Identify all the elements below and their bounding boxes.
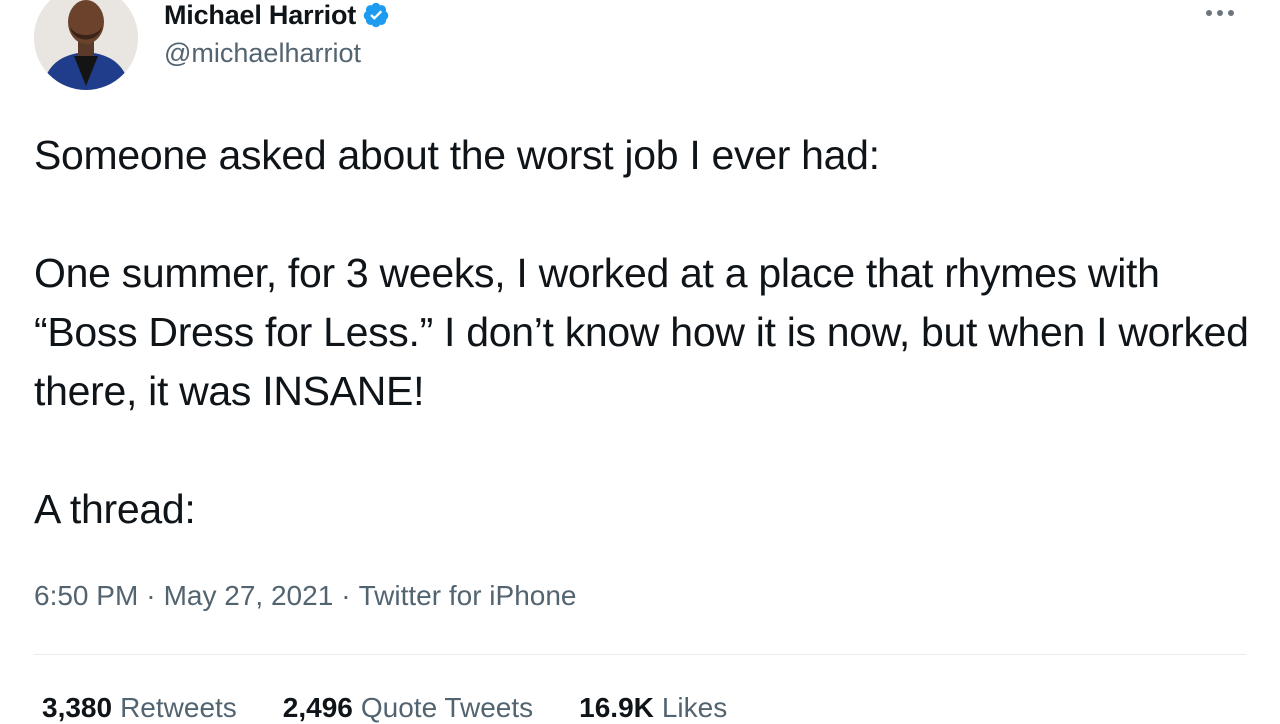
more-horizontal-icon[interactable] (1194, 0, 1246, 26)
likes-stat[interactable]: 16.9K Likes (579, 692, 727, 724)
more-dot (1206, 10, 1212, 16)
more-dot (1228, 10, 1234, 16)
retweets-label: Retweets (120, 692, 237, 723)
verified-badge-icon (363, 2, 389, 28)
timestamp-time[interactable]: 6:50 PM (34, 580, 138, 611)
name-row: Michael Harriot (164, 0, 390, 34)
divider (34, 654, 1246, 655)
tweet-paragraph: Someone asked about the worst job I ever… (34, 132, 880, 178)
handle[interactable]: @michaelharriot (164, 38, 390, 69)
author-block: Michael Harriot @michaelharriot (164, 0, 390, 69)
retweets-count: 3,380 (42, 692, 113, 723)
tweet-paragraph: One summer, for 3 weeks, I worked at a p… (34, 250, 1249, 414)
likes-label: Likes (661, 692, 728, 723)
tweet-meta: 6:50 PM · May 27, 2021 · Twitter for iPhone (34, 580, 576, 612)
meta-separator: · (146, 580, 156, 611)
quote-tweets-stat[interactable]: 2,496 Quote Tweets (283, 692, 533, 724)
tweet: Michael Harriot @michaelharriot Someone … (0, 0, 1280, 723)
quote-tweets-label: Quote Tweets (360, 692, 534, 723)
avatar[interactable] (34, 0, 138, 90)
meta-separator: · (341, 580, 351, 611)
engagement-stats: 3,380 Retweets 2,496 Quote Tweets 16.9K Lik… (42, 692, 727, 724)
likes-count: 16.9K (579, 692, 654, 723)
display-name[interactable]: Michael Harriot (164, 0, 356, 31)
tweet-source[interactable]: Twitter for iPhone (359, 580, 577, 611)
timestamp-date[interactable]: May 27, 2021 (164, 580, 334, 611)
avatar-image (34, 0, 138, 90)
retweets-stat[interactable]: 3,380 Retweets (42, 692, 237, 724)
more-dot (1217, 10, 1223, 16)
tweet-text: Someone asked about the worst job I ever… (34, 126, 1254, 539)
quote-tweets-count: 2,496 (282, 692, 353, 723)
tweet-paragraph: A thread: (34, 486, 196, 532)
